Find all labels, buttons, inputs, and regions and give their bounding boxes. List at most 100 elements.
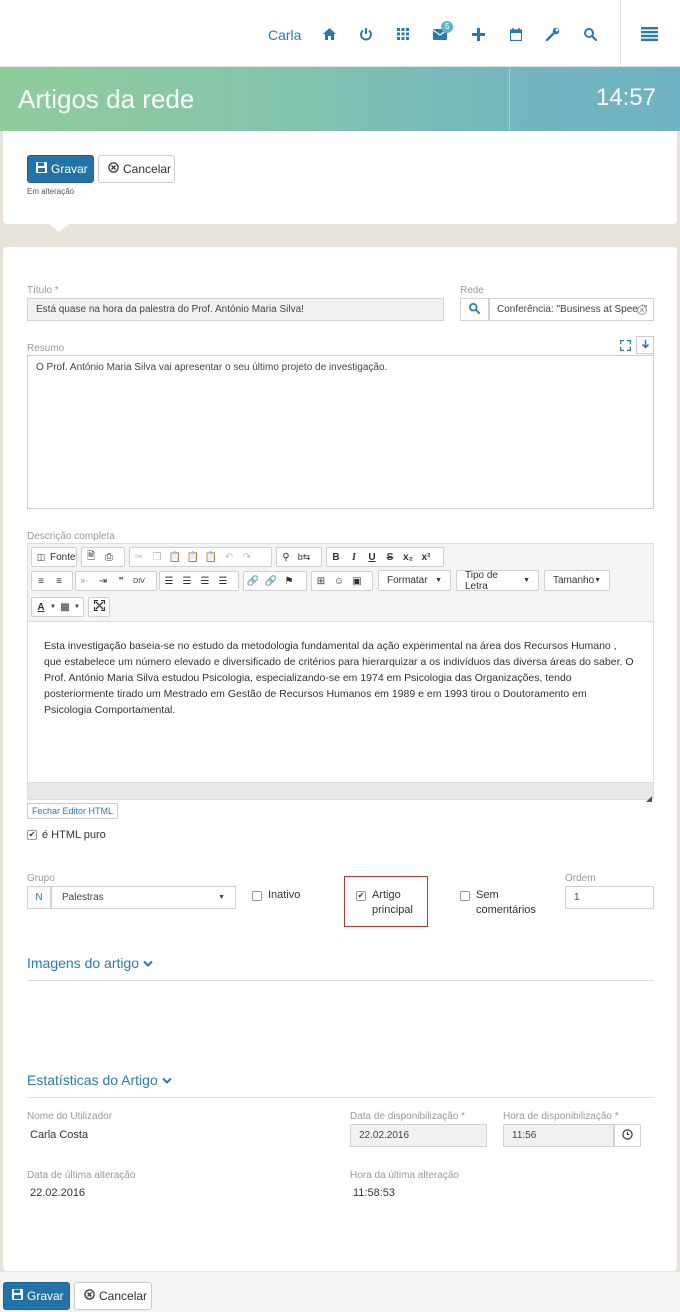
outdent-icon[interactable]: ⇤ bbox=[76, 572, 94, 590]
imagens-section-toggle[interactable]: Imagens do artigo bbox=[27, 955, 153, 971]
power-icon[interactable] bbox=[356, 24, 376, 44]
superscript-icon[interactable]: x² bbox=[417, 548, 435, 566]
editor-statusbar bbox=[27, 783, 654, 800]
align-right-icon[interactable]: ☰ bbox=[196, 572, 214, 590]
search-icon bbox=[469, 302, 481, 317]
search-icon[interactable] bbox=[580, 24, 600, 44]
find-icon[interactable]: ⚲ bbox=[277, 548, 295, 566]
artigo-principal-checkbox[interactable]: ✔ bbox=[356, 891, 366, 901]
wrench-icon[interactable] bbox=[543, 24, 563, 44]
download-icon[interactable] bbox=[636, 336, 654, 354]
chevron-down-icon bbox=[143, 955, 153, 971]
ordem-label: Ordem bbox=[565, 873, 596, 884]
titulo-input[interactable]: Está quase na hora da palestra do Prof. … bbox=[27, 298, 444, 321]
user-name-link[interactable]: Carla bbox=[268, 27, 301, 43]
redo-icon[interactable]: ↷ bbox=[238, 548, 256, 566]
calendar-icon[interactable] bbox=[506, 24, 526, 44]
size-dropdown[interactable]: Tamanho ▼ bbox=[544, 570, 610, 591]
data-alteracao-value: 22.02.2016 bbox=[30, 1187, 86, 1199]
sem-comentarios-label: Sem comentários bbox=[476, 888, 536, 918]
expand-icon[interactable] bbox=[617, 337, 633, 353]
save-button-bottom[interactable]: Gravar bbox=[3, 1282, 70, 1310]
time-picker-button[interactable] bbox=[614, 1124, 641, 1147]
rede-input[interactable]: Conferência: "Business at Speed" bbox=[489, 298, 654, 321]
toolbar-group-insert: ⊞ ☺ ▣ bbox=[311, 571, 373, 591]
cancel-icon bbox=[108, 162, 119, 176]
caret-down-icon: ▼ bbox=[523, 577, 530, 584]
undo-icon[interactable]: ↶ bbox=[220, 548, 238, 566]
anchor-icon[interactable]: ⚑ bbox=[280, 572, 298, 590]
text-color-icon[interactable]: A bbox=[32, 598, 50, 616]
preview-icon[interactable]: 🗎 bbox=[82, 548, 100, 566]
resumo-label: Resumo bbox=[27, 343, 65, 354]
toolbar-group-colors: A ▼ ▩ ▼ bbox=[31, 597, 84, 617]
save-button[interactable]: Gravar bbox=[27, 155, 94, 183]
format-dropdown[interactable]: Formatar ▼ bbox=[378, 570, 451, 591]
grupo-prefix[interactable]: N bbox=[27, 886, 51, 909]
page-banner: Artigos da rede 14:57 bbox=[0, 67, 680, 131]
rich-text-editor[interactable]: Esta investigação baseia-se no estudo da… bbox=[27, 621, 654, 783]
html-puro-checkbox[interactable]: ✔ bbox=[27, 830, 37, 840]
align-left-icon[interactable]: ☰ bbox=[160, 572, 178, 590]
indent-icon[interactable]: ⇥ bbox=[94, 572, 112, 590]
numbered-list-icon[interactable]: ≡ bbox=[32, 572, 50, 590]
smiley-icon[interactable]: ☺ bbox=[330, 572, 348, 590]
titulo-label: Título * bbox=[27, 285, 59, 296]
save-button-label: Gravar bbox=[27, 1289, 64, 1303]
hora-disponibilizacao-input[interactable]: 11:56 bbox=[503, 1124, 614, 1147]
strikethrough-icon[interactable]: S bbox=[381, 548, 399, 566]
estatisticas-section-toggle[interactable]: Estatísticas do Artigo bbox=[27, 1072, 172, 1088]
toolbar-group-blocks: ⇤ ⇥ ” DIV bbox=[75, 571, 157, 591]
background-color-icon[interactable]: ▩ bbox=[56, 598, 74, 616]
sem-comentarios-checkbox[interactable] bbox=[460, 891, 470, 901]
ordem-input[interactable]: 1 bbox=[565, 886, 654, 909]
toolbar-group-align: ☰ ☰ ☰ ☰ bbox=[159, 571, 239, 591]
font-dropdown[interactable]: Tipo de Letra ▼ bbox=[456, 570, 539, 592]
maximize-button[interactable] bbox=[88, 597, 110, 617]
resumo-textarea[interactable]: O Prof. António Maria Silva vai apresent… bbox=[27, 355, 654, 509]
align-justify-icon[interactable]: ☰ bbox=[214, 572, 232, 590]
align-center-icon[interactable]: ☰ bbox=[178, 572, 196, 590]
image-icon[interactable]: ▣ bbox=[348, 572, 366, 590]
cancel-icon bbox=[84, 1289, 95, 1303]
clear-icon[interactable] bbox=[637, 304, 647, 318]
paste-icon[interactable]: 📋 bbox=[166, 548, 184, 566]
blockquote-icon[interactable]: ” bbox=[112, 572, 130, 590]
inativo-label: Inativo bbox=[268, 889, 301, 901]
inativo-checkbox[interactable] bbox=[252, 891, 262, 901]
grupo-select[interactable]: Palestras ▼ bbox=[51, 886, 236, 909]
close-html-editor-button[interactable]: Fechar Editor HTML bbox=[27, 803, 119, 819]
paste-text-icon[interactable]: 📋 bbox=[184, 548, 202, 566]
rede-search-button[interactable] bbox=[460, 298, 489, 321]
print-icon[interactable]: ⎙ bbox=[100, 548, 118, 566]
bold-icon[interactable]: B bbox=[327, 548, 345, 566]
replace-icon[interactable]: b⇆ bbox=[295, 548, 313, 566]
bulleted-list-icon[interactable]: ≡ bbox=[50, 572, 68, 590]
subscript-icon[interactable]: x₂ bbox=[399, 548, 417, 566]
chevron-down-icon bbox=[161, 1072, 172, 1088]
resize-handle-icon[interactable] bbox=[646, 791, 652, 805]
sem-comentarios-label-line1: Sem bbox=[476, 889, 499, 901]
cut-icon[interactable]: ✂ bbox=[130, 548, 148, 566]
check-icon: ✔ bbox=[357, 891, 365, 900]
data-disponibilizacao-input[interactable]: 22.02.2016 bbox=[350, 1124, 487, 1147]
cancel-button-bottom[interactable]: Cancelar bbox=[74, 1282, 152, 1310]
unlink-icon[interactable]: 🔗 bbox=[262, 572, 280, 590]
div-icon[interactable]: DIV bbox=[130, 572, 148, 590]
home-icon[interactable] bbox=[319, 24, 339, 44]
estatisticas-section-title: Estatísticas do Artigo bbox=[27, 1072, 158, 1088]
source-button[interactable]: ◫ Fonte bbox=[31, 547, 77, 567]
underline-icon[interactable]: U bbox=[363, 548, 381, 566]
link-icon[interactable]: 🔗 bbox=[244, 572, 262, 590]
cancel-button[interactable]: Cancelar bbox=[98, 155, 175, 183]
paste-word-icon[interactable]: 📋 bbox=[202, 548, 220, 566]
rede-value: Conferência: "Business at Speed" bbox=[497, 304, 647, 315]
italic-icon[interactable]: I bbox=[345, 548, 363, 566]
copy-icon[interactable]: ❐ bbox=[148, 548, 166, 566]
table-icon[interactable]: ⊞ bbox=[312, 572, 330, 590]
grid-icon[interactable] bbox=[393, 24, 413, 44]
plus-icon[interactable] bbox=[468, 24, 488, 44]
caret-down-icon: ▼ bbox=[594, 577, 602, 584]
menu-icon[interactable] bbox=[639, 24, 659, 44]
toolbar-group-document: 🗎 ⎙ bbox=[81, 547, 125, 567]
